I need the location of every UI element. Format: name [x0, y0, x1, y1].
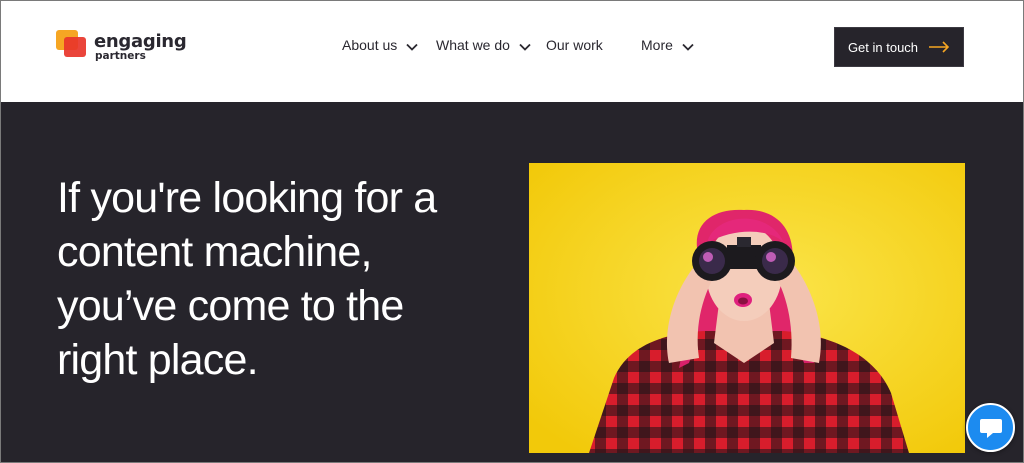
logo-mark-icon	[56, 30, 86, 57]
hero-title-line: you’ve come to the	[57, 282, 404, 330]
nav-item-label: About us	[342, 37, 398, 53]
nav-item-what-we-do[interactable]: What we do	[436, 34, 531, 56]
brand-logo[interactable]: engaging partners	[56, 28, 196, 68]
hero-title-line: If you're looking for a	[57, 174, 437, 222]
nav-item-more[interactable]: More	[641, 34, 694, 56]
chevron-down-icon	[682, 43, 694, 51]
hero-title-line: content machine,	[57, 228, 372, 276]
chevron-down-icon	[406, 43, 418, 51]
chat-bubble-icon	[979, 418, 1002, 438]
nav-item-our-work[interactable]: Our work	[546, 34, 603, 56]
nav-item-label: More	[641, 37, 673, 53]
arrow-right-icon	[929, 41, 950, 53]
hero-image	[529, 163, 965, 453]
woman-with-binoculars-illustration	[529, 163, 965, 453]
hero-title: If you're looking for a content machine,…	[57, 171, 477, 387]
nav-item-label: Our work	[546, 37, 603, 53]
nav-item-about-us[interactable]: About us	[342, 34, 418, 56]
cta-label: Get in touch	[847, 39, 919, 55]
hero-title-line: right place.	[57, 336, 259, 384]
brand-name: engaging	[94, 31, 187, 52]
nav-item-label: What we do	[436, 37, 510, 53]
chat-button[interactable]	[966, 403, 1015, 452]
site-header: engaging partners About us What we do Ou…	[0, 0, 1024, 102]
chevron-down-icon	[519, 43, 531, 51]
get-in-touch-button[interactable]: Get in touch	[834, 27, 964, 67]
